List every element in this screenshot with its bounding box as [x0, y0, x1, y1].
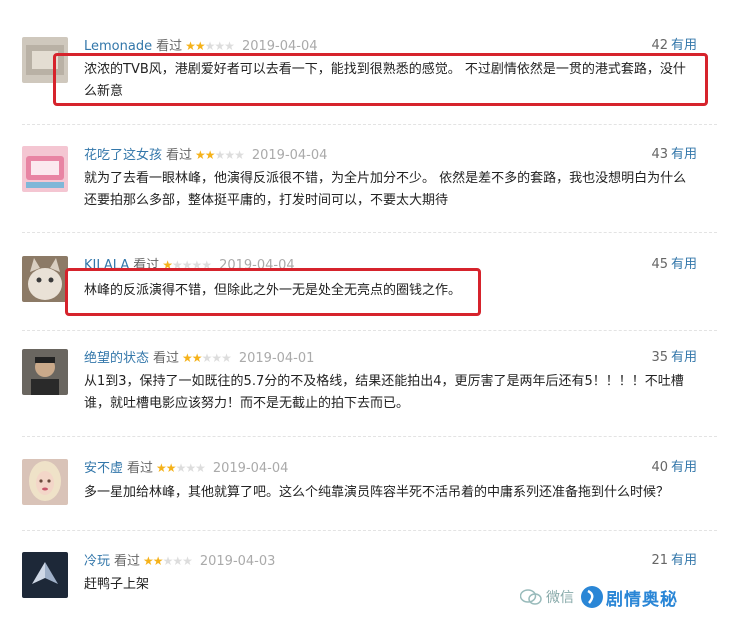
divider	[22, 232, 717, 233]
star-filled-icon: ★	[156, 461, 167, 475]
divider	[22, 124, 717, 125]
username-link[interactable]: Lemonade	[84, 39, 152, 54]
star-filled-icon: ★	[195, 148, 206, 162]
star-empty-icon: ★	[185, 461, 196, 475]
user-avatar[interactable]	[22, 256, 68, 302]
useful-vote: 21 有用	[651, 552, 697, 570]
useful-button[interactable]: 有用	[671, 147, 697, 162]
user-avatar[interactable]	[22, 552, 68, 598]
watched-label: 看过	[127, 461, 154, 476]
watched-label: 看过	[156, 39, 183, 54]
star-empty-icon: ★	[175, 461, 187, 475]
rating-stars: ★★★★★	[195, 146, 245, 164]
star-empty-icon: ★	[211, 351, 222, 365]
useful-button[interactable]: 有用	[671, 460, 697, 475]
star-empty-icon: ★	[221, 351, 232, 365]
review-date: 2019-04-01	[238, 351, 315, 366]
watched-label: 看过	[153, 351, 180, 366]
useful-count: 40	[651, 460, 668, 475]
star-empty-icon: ★	[204, 39, 216, 53]
review-date: 2019-04-04	[212, 461, 289, 476]
star-empty-icon: ★	[162, 554, 174, 568]
watermark: 微信 剧情奥秘	[520, 582, 678, 612]
useful-vote: 35 有用	[651, 349, 697, 367]
review-date: 2019-04-04	[241, 39, 318, 54]
star-empty-icon: ★	[195, 461, 206, 475]
divider	[22, 530, 717, 531]
useful-button[interactable]: 有用	[671, 38, 697, 53]
useful-vote: 45 有用	[651, 256, 697, 274]
review-meta: 安不虚 看过 ★★★★★ 2019-04-04	[84, 459, 288, 477]
star-empty-icon: ★	[214, 39, 225, 53]
review-text: 就为了去看一眼林峰，他演得反派很不错，为全片加分不少。 依然是差不多的套路，我也…	[84, 171, 687, 208]
useful-button[interactable]: 有用	[671, 553, 697, 568]
logo-icon	[581, 586, 603, 608]
review-text: 多一星加给林峰，其他就算了吧。这么个纯靠演员阵容半死不活吊着的中庸系列还准备拖到…	[84, 485, 670, 500]
star-filled-icon: ★	[185, 39, 196, 53]
rating-stars: ★★★★★	[182, 349, 232, 367]
review-date: 2019-04-03	[199, 554, 276, 569]
star-filled-icon: ★	[204, 148, 216, 162]
star-filled-icon: ★	[165, 461, 177, 475]
star-filled-icon: ★	[152, 554, 164, 568]
user-avatar[interactable]	[22, 349, 68, 395]
username-link[interactable]: 绝望的状态	[84, 351, 149, 366]
star-empty-icon: ★	[172, 554, 183, 568]
highlight-box	[53, 53, 708, 106]
useful-count: 42	[651, 38, 668, 53]
useful-vote: 40 有用	[651, 459, 697, 477]
star-filled-icon: ★	[191, 351, 203, 365]
useful-count: 35	[651, 350, 668, 365]
user-avatar[interactable]	[22, 146, 68, 192]
username-link[interactable]: 冷玩	[84, 554, 110, 569]
useful-count: 21	[651, 553, 668, 568]
watermark-name: 剧情奥秘	[606, 589, 678, 610]
review-meta: 冷玩 看过 ★★★★★ 2019-04-03	[84, 552, 275, 570]
star-filled-icon: ★	[194, 39, 206, 53]
divider	[22, 436, 717, 437]
user-avatar[interactable]	[22, 459, 68, 505]
review-text: 从1到3，保持了一如既往的5.7分的不及格线，结果还能拍出4，更厉害了是两年后还…	[84, 374, 684, 411]
wechat-icon	[520, 589, 542, 605]
useful-vote: 43 有用	[651, 146, 697, 164]
star-empty-icon: ★	[201, 351, 213, 365]
star-empty-icon: ★	[182, 554, 193, 568]
highlight-box	[65, 268, 481, 316]
watermark-wechat: 微信	[546, 590, 574, 606]
username-link[interactable]: 安不虚	[84, 461, 123, 476]
useful-button[interactable]: 有用	[671, 257, 697, 272]
useful-button[interactable]: 有用	[671, 350, 697, 365]
rating-stars: ★★★★★	[156, 459, 206, 477]
review-meta: 绝望的状态 看过 ★★★★★ 2019-04-01	[84, 349, 314, 367]
star-empty-icon: ★	[234, 148, 245, 162]
useful-count: 43	[651, 147, 668, 162]
watched-label: 看过	[114, 554, 141, 569]
star-empty-icon: ★	[214, 148, 226, 162]
star-empty-icon: ★	[224, 39, 235, 53]
review-meta: 花吃了这女孩 看过 ★★★★★ 2019-04-04	[84, 146, 327, 164]
star-filled-icon: ★	[143, 554, 154, 568]
rating-stars: ★★★★★	[143, 552, 193, 570]
watched-label: 看过	[166, 148, 193, 163]
divider	[22, 330, 717, 331]
username-link[interactable]: 花吃了这女孩	[84, 148, 162, 163]
star-filled-icon: ★	[182, 351, 193, 365]
useful-count: 45	[651, 257, 668, 272]
star-empty-icon: ★	[224, 148, 235, 162]
review-date: 2019-04-04	[251, 148, 328, 163]
